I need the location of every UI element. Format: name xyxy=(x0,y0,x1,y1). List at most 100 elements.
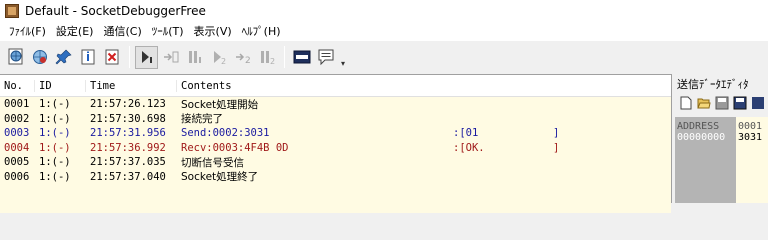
address-value: 00000000 xyxy=(677,132,726,143)
column-header-time[interactable]: Time xyxy=(85,79,176,92)
step-1-button[interactable] xyxy=(183,46,206,69)
connect-globe-button[interactable] xyxy=(28,46,51,69)
step-2b-button[interactable]: 2 xyxy=(255,46,278,69)
data-header: 0001 xyxy=(738,121,763,132)
row-contents: 切断信号受信 xyxy=(176,155,671,170)
step-to-1-icon xyxy=(163,51,178,63)
row-contents-text: Send:0002:3031 xyxy=(181,127,270,140)
row-contents-text: Recv:0003:4F4B 0D xyxy=(181,141,289,154)
window-title: Default - SocketDebuggerFree xyxy=(25,3,206,18)
row-time: 21:57:37.040 xyxy=(90,170,166,183)
step-2-button[interactable]: 2 xyxy=(207,46,230,69)
message-button[interactable] xyxy=(314,46,337,69)
step-run-button[interactable] xyxy=(135,45,158,69)
step-to-1-button[interactable] xyxy=(159,46,182,69)
row-contents: Send:0002:3031 :[01 ] xyxy=(176,127,671,139)
svg-text:2: 2 xyxy=(245,56,251,66)
row-no: 0002 xyxy=(4,112,30,125)
row-no: 0004 xyxy=(4,141,30,154)
editor-toolbar xyxy=(675,93,768,113)
log-row[interactable]: 0002 1:(-) 21:57:30.698 接続完了 xyxy=(0,111,671,126)
svg-text:2: 2 xyxy=(221,57,226,66)
step-1-icon xyxy=(188,51,201,63)
row-id: 1:(-) xyxy=(39,112,71,125)
log-row-empty[interactable] xyxy=(0,198,671,213)
svg-text:2: 2 xyxy=(270,57,275,66)
open-folder-icon xyxy=(697,98,711,109)
editor-save-as-button[interactable] xyxy=(731,94,749,112)
row-contents: Recv:0003:4F4B 0D :[OK. ] xyxy=(176,142,671,154)
row-contents-text: 切断信号受信 xyxy=(181,156,244,169)
settings-globe-icon xyxy=(8,48,22,65)
editor-extra-button[interactable] xyxy=(749,94,767,112)
info-doc-button[interactable] xyxy=(76,46,99,69)
editor-new-button[interactable] xyxy=(677,94,695,112)
row-time: 21:57:37.035 xyxy=(90,156,166,169)
row-time: 21:57:26.123 xyxy=(90,98,166,111)
data-column[interactable]: 0001 3031 xyxy=(736,117,768,203)
row-id: 1:(-) xyxy=(39,127,71,140)
row-time: 21:57:30.698 xyxy=(90,112,166,125)
chevron-down-icon: ▾ xyxy=(340,59,345,68)
row-contents-text: 接続完了 xyxy=(181,113,223,126)
app-logo-icon xyxy=(5,3,19,18)
step-to-2-button[interactable]: 2 xyxy=(231,46,254,69)
data-value[interactable]: 3031 xyxy=(738,132,762,143)
row-contents: 接続完了 xyxy=(176,111,671,126)
column-header-id[interactable]: ID xyxy=(34,79,85,92)
grid-icon xyxy=(752,97,764,109)
row-no: 0006 xyxy=(4,170,30,183)
title-bar: Default - SocketDebuggerFree xyxy=(0,0,768,21)
log-row[interactable]: 0005 1:(-) 21:57:37.035 切断信号受信 xyxy=(0,155,671,170)
toolbar-overflow-grip[interactable]: ▾ xyxy=(340,46,346,68)
menu-tools[interactable]: ﾂｰﾙ(T) xyxy=(147,23,189,39)
row-id: 1:(-) xyxy=(39,156,71,169)
log-row-send[interactable]: 0003 1:(-) 21:57:31.956 Send:0002:3031 :… xyxy=(0,126,671,141)
menu-view[interactable]: 表示(V) xyxy=(189,23,237,39)
editor-save-button[interactable] xyxy=(713,94,731,112)
main-toolbar: 2 2 2 ▾ xyxy=(0,41,768,73)
info-doc-icon xyxy=(81,49,94,65)
row-no: 0001 xyxy=(4,98,30,111)
connect-globe-icon xyxy=(32,50,47,64)
terminal-icon xyxy=(293,50,310,64)
row-no: 0005 xyxy=(4,156,30,169)
row-ascii-close: ] xyxy=(553,141,560,154)
menu-help[interactable]: ﾍﾙﾌﾟ(H) xyxy=(237,23,286,39)
save-icon xyxy=(715,96,729,110)
message-icon xyxy=(318,49,333,66)
row-ascii-open: :[OK. xyxy=(453,141,485,154)
row-contents: Socket処理終了 xyxy=(176,169,671,184)
log-panel: No. ID Time Contents 0001 1:(-) 21:57:26… xyxy=(0,74,672,213)
column-header-contents[interactable]: Contents xyxy=(176,79,671,92)
menu-settings[interactable]: 設定(E) xyxy=(51,23,99,39)
row-contents-text: Socket処理開始 xyxy=(181,98,259,111)
log-row[interactable]: 0006 1:(-) 21:57:37.040 Socket処理終了 xyxy=(0,169,671,184)
log-row-empty[interactable] xyxy=(0,184,671,199)
column-header-no[interactable]: No. xyxy=(0,80,34,92)
toolbar-separator xyxy=(129,46,130,68)
menu-communication[interactable]: 通信(C) xyxy=(98,23,146,39)
log-row-recv[interactable]: 0004 1:(-) 21:57:36.992 Recv:0003:4F4B 0… xyxy=(0,140,671,155)
step-to-2-icon: 2 xyxy=(235,53,251,66)
menu-bar: ﾌｧｲﾙ(F) 設定(E) 通信(C) ﾂｰﾙ(T) 表示(V) ﾍﾙﾌﾟ(H) xyxy=(0,21,768,41)
row-time: 21:57:31.956 xyxy=(90,127,166,140)
step-2b-icon: 2 xyxy=(260,51,275,66)
step-run-icon xyxy=(141,51,152,63)
row-ascii-open: :[01 xyxy=(453,127,479,140)
toolbar-separator xyxy=(284,46,285,68)
address-header: ADDRESS xyxy=(677,121,720,132)
pin-button[interactable] xyxy=(52,46,75,69)
menu-file[interactable]: ﾌｧｲﾙ(F) xyxy=(4,23,51,39)
log-row[interactable]: 0001 1:(-) 21:57:26.123 Socket処理開始 xyxy=(0,97,671,112)
step-2-icon: 2 xyxy=(213,51,226,66)
editor-open-button[interactable] xyxy=(695,94,713,112)
send-data-editor-panel: 送信ﾃﾞｰﾀｴﾃﾞｨﾀ ADDRESS 00000000 0001 3031 xyxy=(675,74,768,203)
editor-hex-grid[interactable]: ADDRESS 00000000 0001 3031 xyxy=(675,117,768,203)
settings-globe-button[interactable] xyxy=(4,46,27,69)
row-id: 1:(-) xyxy=(39,141,71,154)
address-column: ADDRESS 00000000 xyxy=(675,117,736,203)
terminal-button[interactable] xyxy=(290,46,313,69)
new-file-icon xyxy=(680,96,692,110)
delete-doc-button[interactable] xyxy=(100,46,123,69)
